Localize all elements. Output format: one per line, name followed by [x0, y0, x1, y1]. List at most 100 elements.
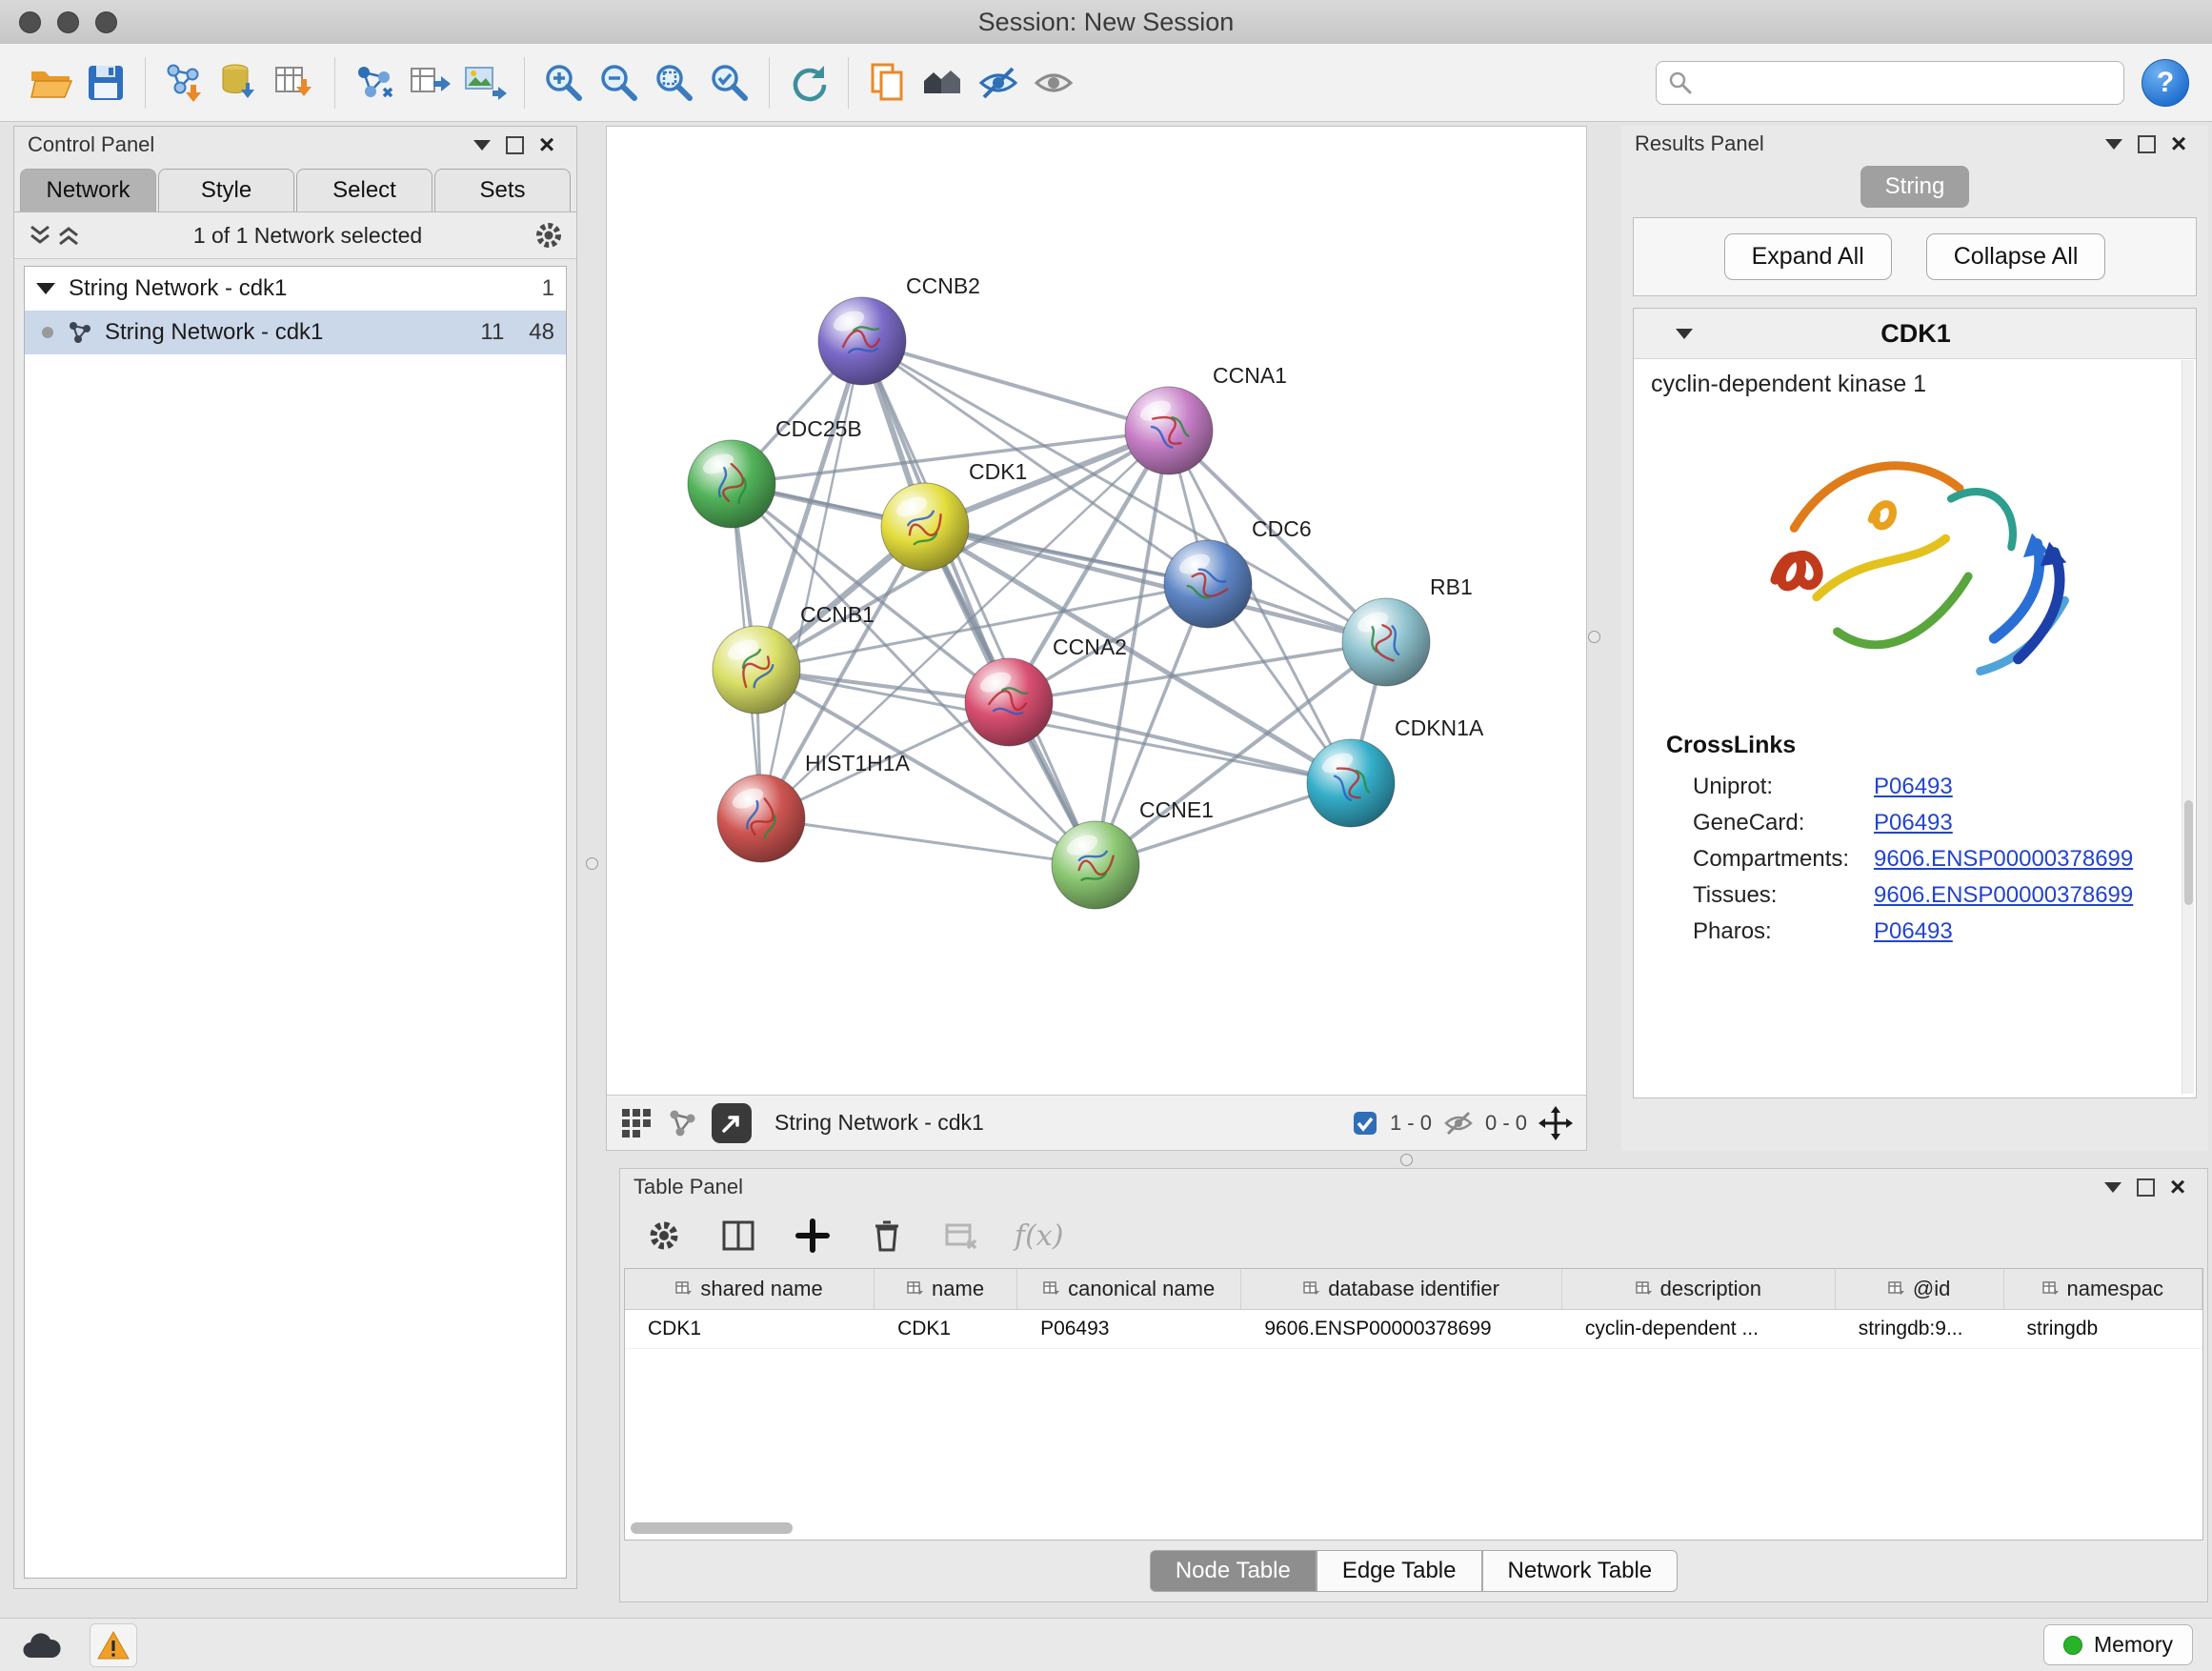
copy-document-button[interactable] — [860, 54, 915, 111]
network-node[interactable] — [1164, 540, 1252, 628]
zoom-in-button[interactable] — [536, 54, 592, 111]
tab-select[interactable]: Select — [296, 169, 432, 211]
column-header-description[interactable]: description — [1562, 1269, 1836, 1309]
table-cell[interactable]: P06493 — [1017, 1310, 1241, 1348]
network-node[interactable] — [1342, 598, 1430, 686]
window-controls[interactable] — [19, 11, 117, 33]
column-header-shared-name[interactable]: shared name — [625, 1269, 875, 1309]
show-all-button[interactable] — [1026, 54, 1081, 111]
network-node[interactable] — [688, 440, 775, 528]
table-cell[interactable]: stringdb:9... — [1836, 1310, 2004, 1348]
column-header--id[interactable]: @id — [1836, 1269, 2004, 1309]
export-image-button[interactable] — [457, 54, 513, 111]
table-row[interactable]: CDK1CDK1P064939606.ENSP00000378699cyclin… — [625, 1310, 2202, 1349]
tab-style[interactable]: Style — [158, 169, 294, 211]
panel-close-icon[interactable]: × — [531, 131, 563, 159]
close-window-button[interactable] — [19, 11, 41, 33]
hide-selected-button[interactable] — [971, 54, 1026, 111]
panel-collapse-icon[interactable] — [2098, 130, 2130, 158]
tab-network[interactable]: Network — [20, 169, 156, 211]
tab-sets[interactable]: Sets — [434, 169, 571, 211]
add-column-icon[interactable] — [792, 1215, 834, 1257]
network-node[interactable] — [1052, 821, 1139, 909]
network-share-icon[interactable] — [666, 1107, 698, 1139]
network-edge[interactable] — [862, 341, 1169, 431]
crosslink-value-link[interactable]: P06493 — [1874, 918, 1953, 945]
search-input[interactable] — [1700, 70, 2112, 96]
hidden-eye-slash-icon[interactable] — [1443, 1110, 1474, 1137]
zoom-selected-button[interactable] — [702, 54, 757, 111]
tab-edge-table[interactable]: Edge Table — [1317, 1550, 1482, 1592]
delete-column-icon[interactable] — [866, 1215, 908, 1257]
network-node[interactable] — [965, 658, 1053, 746]
panel-collapse-icon[interactable] — [466, 131, 498, 159]
crosslink-value-link[interactable]: 9606.ENSP00000378699 — [1874, 882, 2133, 909]
tab-string[interactable]: String — [1860, 166, 1970, 208]
import-table-button[interactable] — [268, 54, 323, 111]
expand-all-button[interactable]: Expand All — [1724, 233, 1892, 280]
panel-collapse-icon[interactable] — [2097, 1173, 2129, 1201]
network-node[interactable] — [818, 297, 906, 385]
panel-close-icon[interactable]: × — [2162, 130, 2195, 158]
network-edge[interactable] — [862, 341, 1096, 865]
column-header-database-identifier[interactable]: database identifier — [1241, 1269, 1562, 1309]
collapse-all-chevron-icon[interactable] — [54, 223, 83, 248]
expand-all-chevron-icon[interactable] — [26, 223, 54, 248]
tab-node-table[interactable]: Node Table — [1150, 1550, 1317, 1592]
birdseye-grid-icon[interactable] — [620, 1107, 653, 1139]
network-collection-row[interactable]: String Network - cdk1 1 — [25, 267, 566, 311]
network-node[interactable] — [713, 626, 800, 714]
zoom-fit-button[interactable] — [647, 54, 702, 111]
network-node[interactable] — [1307, 739, 1395, 827]
network-edge[interactable] — [761, 341, 862, 818]
collapse-all-button[interactable]: Collapse All — [1926, 233, 2106, 280]
table-options-gear-icon[interactable] — [643, 1215, 685, 1257]
crosslink-value-link[interactable]: 9606.ENSP00000378699 — [1874, 846, 2133, 873]
network-node[interactable] — [717, 775, 805, 862]
first-neighbors-button[interactable] — [915, 54, 971, 111]
import-network-file-button[interactable] — [157, 54, 212, 111]
panel-float-icon[interactable] — [2129, 1173, 2162, 1201]
help-button[interactable]: ? — [2142, 59, 2189, 107]
table-cell[interactable]: 9606.ENSP00000378699 — [1241, 1310, 1561, 1348]
network-node[interactable] — [881, 483, 969, 571]
column-header-canonical-name[interactable]: canonical name — [1017, 1269, 1241, 1309]
import-network-database-button[interactable] — [212, 54, 268, 111]
column-header-name[interactable]: name — [875, 1269, 1017, 1309]
results-scrollbar[interactable] — [2182, 360, 2194, 1094]
vertical-splitter-grip[interactable] — [586, 857, 598, 870]
table-cell[interactable]: cyclin-dependent ... — [1562, 1310, 1836, 1348]
network-canvas[interactable]: CCNB2CCNA1CDC25BCDK1CDC6RB1CCNB1CCNA2CDK… — [607, 127, 1586, 1095]
open-session-button[interactable] — [23, 54, 78, 111]
table-cell[interactable]: CDK1 — [625, 1310, 875, 1348]
entry-collapse-caret-icon[interactable] — [1676, 329, 1693, 339]
network-node[interactable] — [1125, 387, 1213, 474]
table-horizontal-scrollbar[interactable] — [631, 1522, 2192, 1536]
table-cell[interactable]: stringdb — [2003, 1310, 2202, 1348]
crosslink-value-link[interactable]: P06493 — [1874, 810, 1953, 836]
network-row-selected[interactable]: String Network - cdk1 11 48 — [25, 311, 566, 354]
cloud-status-icon[interactable] — [19, 1624, 65, 1666]
refresh-button[interactable] — [781, 54, 836, 111]
memory-button[interactable]: Memory — [2043, 1624, 2193, 1665]
pan-crosshair-icon[interactable] — [1538, 1106, 1573, 1140]
network-options-gear-icon[interactable] — [533, 219, 565, 252]
disclosure-triangle-icon[interactable] — [36, 283, 55, 294]
zoom-out-button[interactable] — [592, 54, 647, 111]
save-session-button[interactable] — [78, 54, 133, 111]
horizontal-splitter-grip[interactable] — [1400, 1154, 1413, 1166]
network-edge[interactable] — [1009, 702, 1351, 783]
table-cell[interactable]: CDK1 — [875, 1310, 1017, 1348]
vertical-splitter-grip[interactable] — [1588, 631, 1600, 643]
warning-icon[interactable] — [90, 1623, 137, 1667]
show-columns-icon[interactable] — [717, 1215, 759, 1257]
entry-header[interactable]: CDK1 — [1634, 309, 2196, 359]
crosslink-value-link[interactable]: P06493 — [1874, 774, 1953, 800]
network-edge[interactable] — [761, 818, 1096, 865]
selected-checkbox-icon[interactable] — [1352, 1110, 1378, 1137]
minimize-window-button[interactable] — [57, 11, 79, 33]
tab-network-table[interactable]: Network Table — [1482, 1550, 1679, 1592]
new-network-button[interactable] — [347, 54, 402, 111]
panel-float-icon[interactable] — [498, 131, 531, 159]
open-in-window-button[interactable] — [712, 1103, 752, 1143]
